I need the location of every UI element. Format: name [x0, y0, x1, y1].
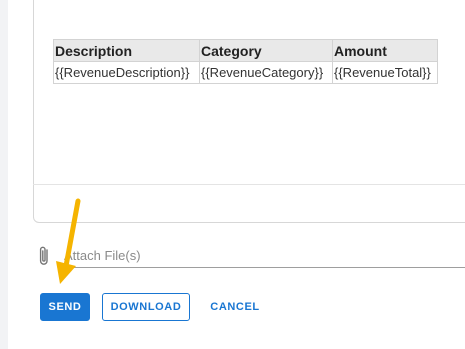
column-header-description: Description [53, 39, 200, 62]
cell-revenue-category: {{RevenueCategory}} [199, 61, 333, 84]
cell-revenue-description: {{RevenueDescription}} [53, 61, 200, 84]
table-row: {{RevenueDescription}} {{RevenueCategory… [53, 61, 438, 84]
attach-field-underline [61, 267, 465, 268]
table-header-row: Description Category Amount [53, 39, 438, 62]
left-edge-strip [0, 0, 8, 349]
attach-files-label: Attach File(s) [64, 248, 141, 263]
send-button[interactable]: SEND [40, 293, 90, 321]
cell-revenue-total: {{RevenueTotal}} [332, 61, 438, 84]
cancel-button[interactable]: CANCEL [203, 293, 267, 321]
editor-divider [33, 184, 465, 185]
email-compose-panel: Description Category Amount {{RevenueDes… [0, 0, 465, 349]
column-header-amount: Amount [332, 39, 438, 62]
revenue-table: Description Category Amount {{RevenueDes… [53, 39, 438, 84]
attach-files-field[interactable]: Attach File(s) [34, 243, 465, 269]
message-editor[interactable] [33, 0, 465, 223]
download-button[interactable]: DOWNLOAD [102, 293, 190, 321]
paperclip-icon[interactable] [36, 245, 52, 267]
column-header-category: Category [199, 39, 333, 62]
